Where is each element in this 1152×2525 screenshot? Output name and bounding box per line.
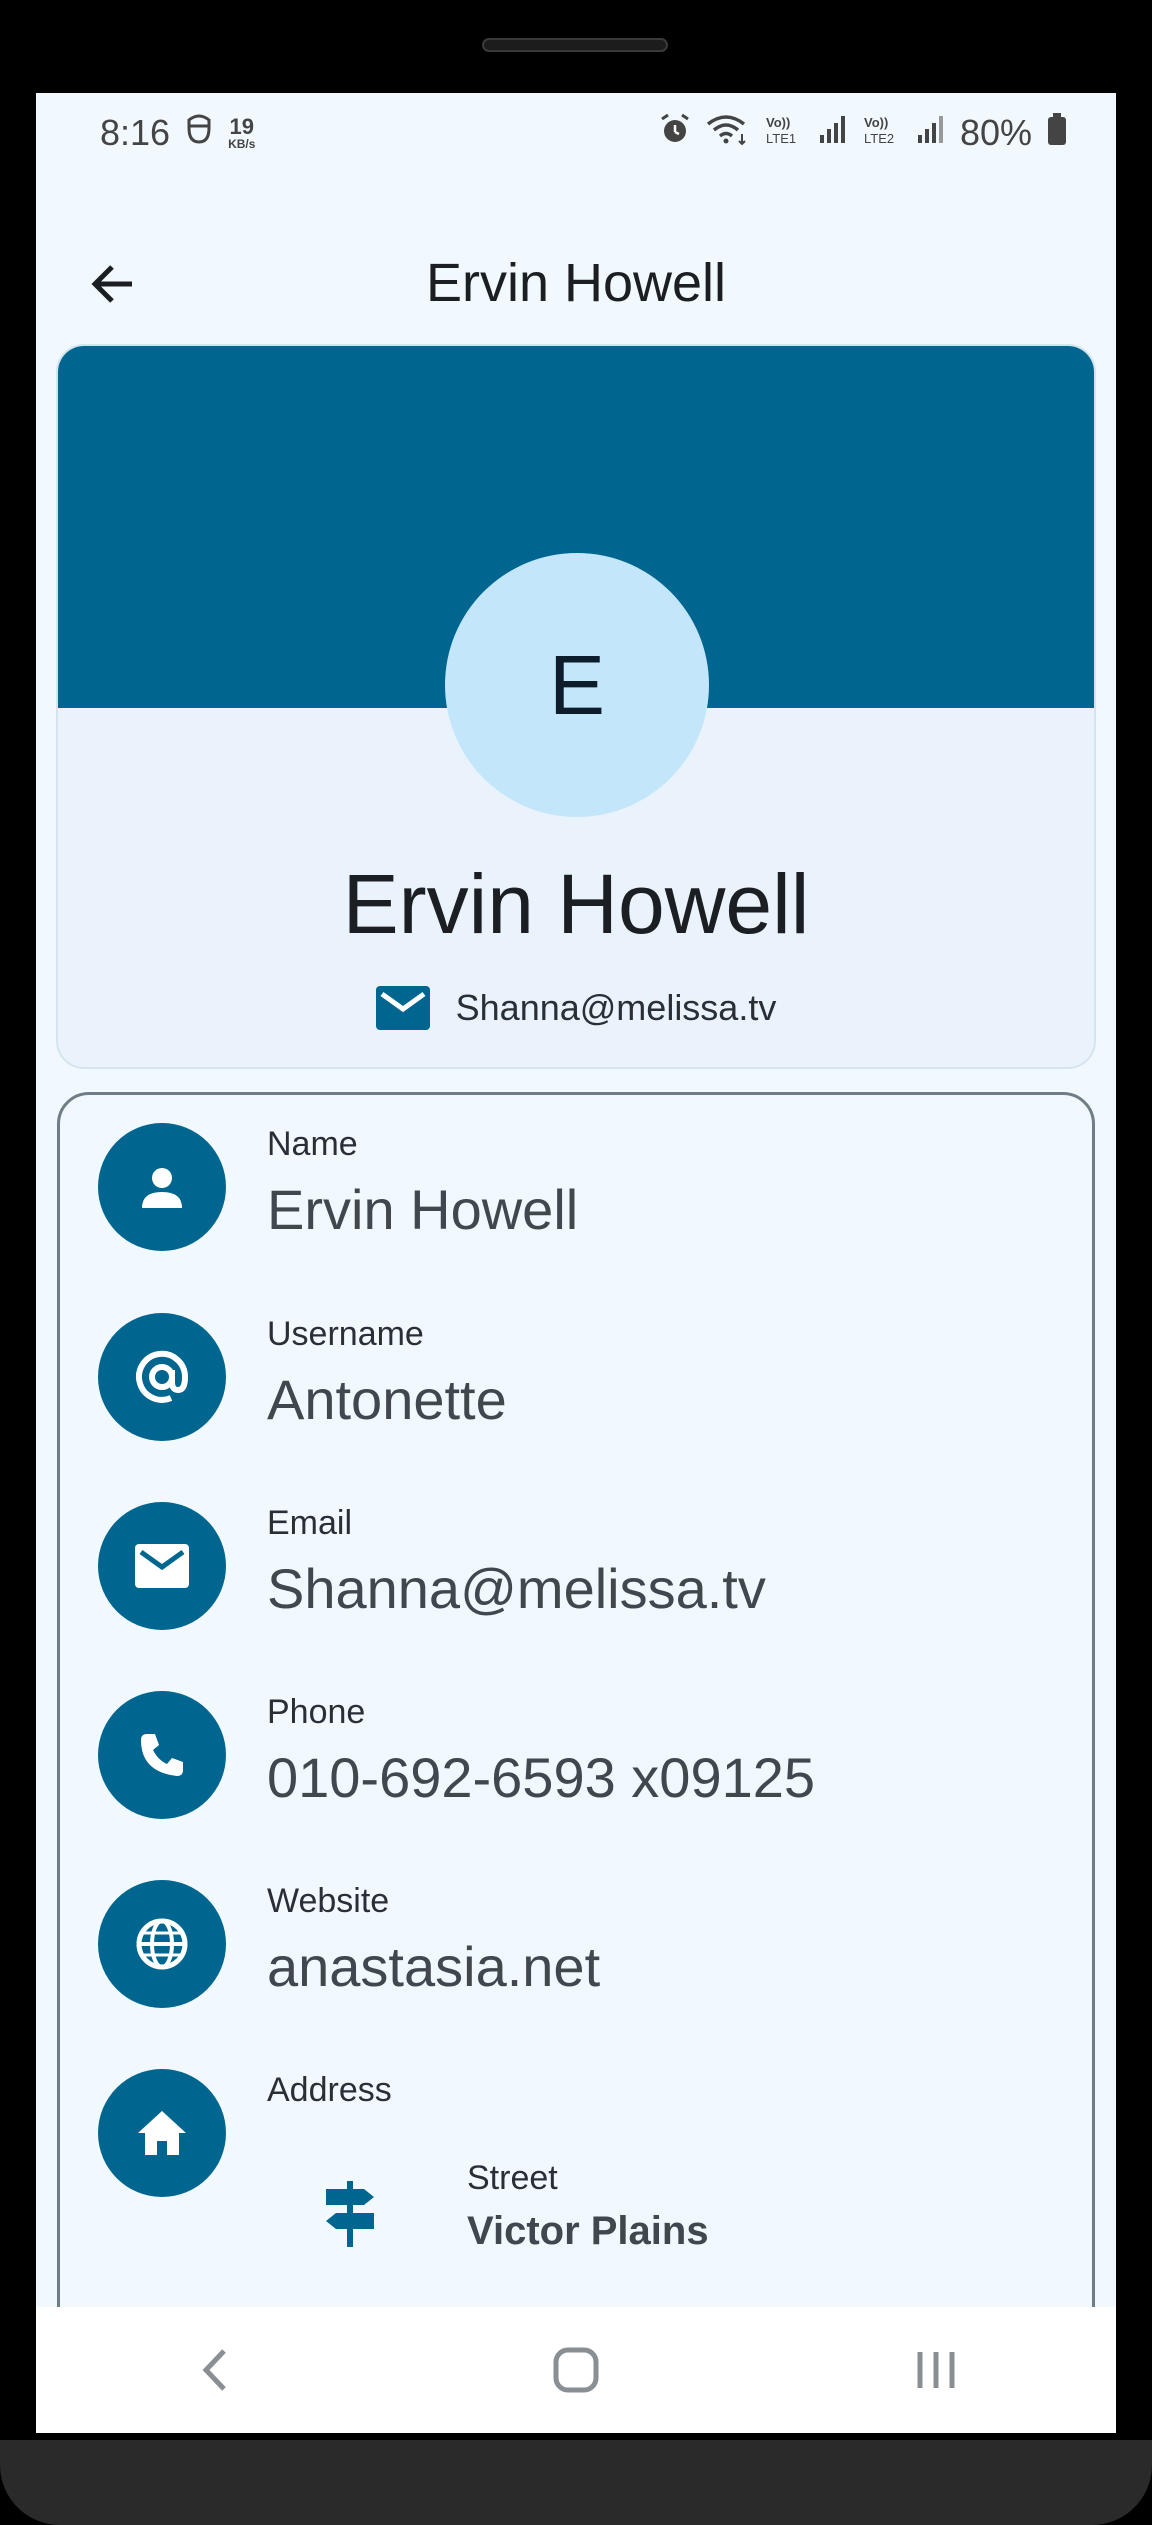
network-speed: 19 KB/s [228, 114, 256, 151]
detail-icon-circle [98, 1691, 226, 1819]
sim1-signal-icon [818, 112, 848, 154]
network-speed-value: 19 [229, 114, 254, 139]
detail-row-website[interactable]: Website anastasia.net [98, 1880, 1058, 2010]
status-right: Vo)) LTE1 Vo)) LTE2 80% [658, 112, 1068, 155]
detail-value: Shanna@melissa.tv [267, 1557, 766, 1620]
nav-home-button[interactable] [516, 2320, 636, 2420]
detail-icon-circle [98, 1123, 226, 1251]
nav-back-button[interactable] [156, 2320, 276, 2420]
phone-icon [141, 1734, 183, 1776]
sim2-lte-icon: Vo)) LTE2 [862, 113, 902, 154]
detail-icon-circle [98, 2069, 226, 2197]
svg-text:LTE2: LTE2 [864, 131, 894, 146]
svg-text:LTE1: LTE1 [766, 131, 796, 146]
battery-icon [1046, 112, 1068, 155]
detail-value: 010-692-6593 x09125 [267, 1746, 816, 1809]
profile-header-card: E Ervin Howell Shanna@melissa.tv [56, 344, 1096, 1069]
page-title: Ervin Howell [425, 253, 727, 313]
street-value: Victor Plains [467, 2209, 709, 2253]
screen: 8:16 19 KB/s Vo)) LTE1 Vo)) LTE2 80% Erv… [36, 93, 1116, 2433]
status-time: 8:16 [100, 112, 171, 153]
alarm-icon [658, 112, 692, 155]
avatar: E [445, 553, 709, 817]
globe-icon [136, 1918, 188, 1970]
detail-value: anastasia.net [267, 1935, 601, 1998]
detail-icon-circle [98, 1313, 226, 1441]
top-app-bar: Ervin Howell [36, 223, 1116, 343]
nav-recents-icon [917, 2352, 955, 2388]
detail-value: Antonette [267, 1368, 507, 1431]
person-icon [142, 1168, 182, 1208]
mail-icon [135, 1544, 189, 1588]
detail-label: Email [267, 1504, 353, 1542]
detail-row-phone[interactable]: Phone 010-692-6593 x09125 [98, 1691, 1058, 1821]
mail-icon [375, 986, 430, 1030]
street-label: Street [467, 2159, 558, 2197]
address-street-row[interactable]: Street Victor Plains [320, 2159, 1020, 2279]
profile-email: Shanna@melissa.tv [455, 987, 777, 1028]
avatar-initial: E [548, 637, 606, 732]
nav-home-icon [553, 2347, 599, 2393]
detail-value: Ervin Howell [267, 1178, 579, 1241]
speaker-grille [482, 38, 668, 52]
profile-email-row[interactable]: Shanna@melissa.tv [58, 986, 1094, 1030]
svg-text:Vo)): Vo)) [766, 115, 790, 130]
nav-back-icon [202, 2349, 226, 2391]
svg-text:Vo)): Vo)) [864, 115, 888, 130]
detail-icon-circle [98, 1880, 226, 2008]
details-card: Name Ervin Howell Username Antonette Ema… [57, 1092, 1095, 2433]
nav-recents-button[interactable] [876, 2320, 996, 2420]
network-speed-unit: KB/s [228, 137, 256, 151]
profile-name: Ervin Howell [342, 857, 810, 951]
home-icon [138, 2111, 186, 2155]
detail-label: Website [267, 1882, 390, 1920]
device-bottom-bezel [0, 2440, 1152, 2525]
detail-label: Username [267, 1315, 424, 1353]
notification-icon [184, 112, 214, 155]
detail-icon-circle [98, 1502, 226, 1630]
detail-row-username[interactable]: Username Antonette [98, 1313, 1058, 1443]
signpost-icon [320, 2179, 380, 2249]
detail-row-name[interactable]: Name Ervin Howell [98, 1123, 1058, 1253]
device-frame: 8:16 19 KB/s Vo)) LTE1 Vo)) LTE2 80% Erv… [0, 0, 1152, 2525]
detail-label: Phone [267, 1693, 366, 1731]
sim1-lte-icon: Vo)) LTE1 [764, 113, 804, 154]
detail-label: Name [267, 1125, 358, 1163]
at-icon [136, 1350, 189, 1403]
status-bar: 8:16 19 KB/s Vo)) LTE1 Vo)) LTE2 80% [36, 93, 1116, 173]
battery-percent: 80% [959, 112, 1032, 153]
sim2-signal-icon [916, 112, 946, 154]
system-nav-bar [36, 2307, 1116, 2433]
detail-label: Address [267, 2071, 392, 2109]
detail-row-email[interactable]: Email Shanna@melissa.tv [98, 1502, 1058, 1632]
status-left: 8:16 19 KB/s [100, 112, 255, 155]
wifi-icon [706, 112, 750, 155]
